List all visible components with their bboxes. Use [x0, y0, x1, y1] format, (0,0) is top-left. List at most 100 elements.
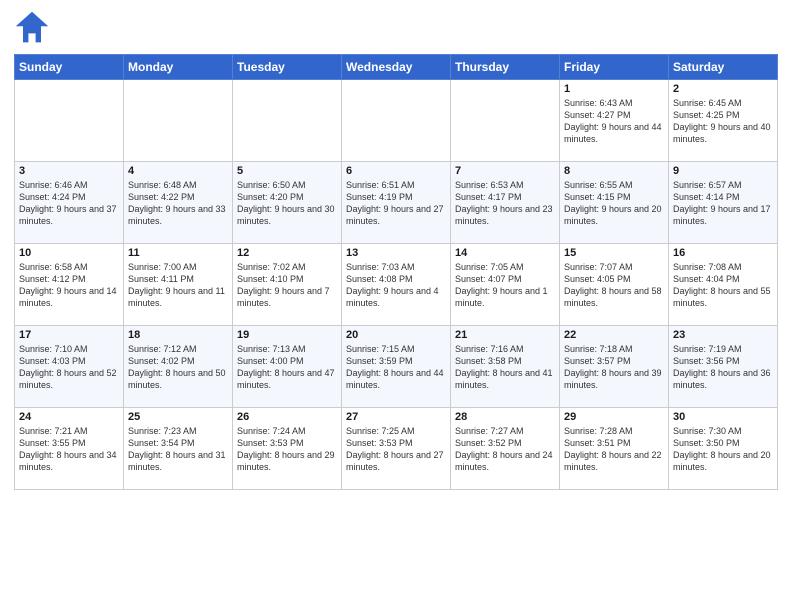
- day-number: 5: [237, 165, 337, 177]
- calendar-cell: 10Sunrise: 6:58 AM Sunset: 4:12 PM Dayli…: [15, 244, 124, 326]
- day-info: Sunrise: 6:53 AM Sunset: 4:17 PM Dayligh…: [455, 179, 555, 228]
- calendar-cell: [15, 80, 124, 162]
- calendar-cell: 15 Sunrise: 7:07 AM Sunset: 4:05 PM Dayli…: [560, 244, 669, 326]
- calendar-cell: 25 Sunrise: 7:23 AM Sunset: 3:54 PM Dayli…: [124, 408, 233, 490]
- calendar-week-1: 1 Sunrise: 6:43 AM Sunset: 4:27 PM Daylig…: [15, 80, 778, 162]
- day-info: Sunrise: 7:03 AM Sunset: 4:08 PM Dayligh…: [346, 261, 446, 310]
- day-number: 12: [237, 247, 337, 259]
- col-header-sunday: Sunday: [15, 55, 124, 80]
- day-info: Sunrise: 6:55 AM Sunset: 4:15 PM Dayligh…: [564, 179, 664, 228]
- calendar-cell: 13 Sunrise: 7:03 AM Sunset: 4:08 PM Dayli…: [342, 244, 451, 326]
- day-number: 15: [564, 247, 664, 259]
- day-info: Sunrise: 7:21 AM Sunset: 3:55 PM Dayligh…: [19, 425, 119, 474]
- calendar-cell: 22 Sunrise: 7:18 AM Sunset: 3:57 PM Dayli…: [560, 326, 669, 408]
- day-info: Sunrise: 6:45 AM Sunset: 4:25 PM Dayligh…: [673, 97, 773, 146]
- day-number: 13: [346, 247, 446, 259]
- day-info: Sunrise: 7:23 AM Sunset: 3:54 PM Dayligh…: [128, 425, 228, 474]
- day-info: Sunrise: 6:46 AM Sunset: 4:24 PM Dayligh…: [19, 179, 119, 228]
- day-info: Sunrise: 6:48 AM Sunset: 4:22 PM Dayligh…: [128, 179, 228, 228]
- day-info: Sunrise: 7:25 AM Sunset: 3:53 PM Dayligh…: [346, 425, 446, 474]
- day-number: 19: [237, 329, 337, 341]
- day-info: Sunrise: 7:02 AM Sunset: 4:10 PM Dayligh…: [237, 261, 337, 310]
- day-number: 22: [564, 329, 664, 341]
- calendar-cell: 1 Sunrise: 6:43 AM Sunset: 4:27 PM Daylig…: [560, 80, 669, 162]
- day-number: 25: [128, 411, 228, 423]
- day-number: 20: [346, 329, 446, 341]
- day-number: 17: [19, 329, 119, 341]
- col-header-friday: Friday: [560, 55, 669, 80]
- day-info: Sunrise: 6:50 AM Sunset: 4:20 PM Dayligh…: [237, 179, 337, 228]
- day-number: 1: [564, 83, 664, 95]
- day-info: Sunrise: 7:12 AM Sunset: 4:02 PM Dayligh…: [128, 343, 228, 392]
- day-info: Sunrise: 7:24 AM Sunset: 3:53 PM Dayligh…: [237, 425, 337, 474]
- calendar-cell: 7 Sunrise: 6:53 AM Sunset: 4:17 PM Daylig…: [451, 162, 560, 244]
- page: SundayMondayTuesdayWednesdayThursdayFrid…: [0, 0, 792, 612]
- day-number: 26: [237, 411, 337, 423]
- calendar-cell: 11 Sunrise: 7:00 AM Sunset: 4:11 PM Dayli…: [124, 244, 233, 326]
- calendar-cell: 18 Sunrise: 7:12 AM Sunset: 4:02 PM Dayli…: [124, 326, 233, 408]
- day-number: 21: [455, 329, 555, 341]
- logo: [14, 10, 54, 46]
- day-info: Sunrise: 7:00 AM Sunset: 4:11 PM Dayligh…: [128, 261, 228, 310]
- calendar-cell: [124, 80, 233, 162]
- calendar-header-row: SundayMondayTuesdayWednesdayThursdayFrid…: [15, 55, 778, 80]
- calendar-cell: 17 Sunrise: 7:10 AM Sunset: 4:03 PM Dayli…: [15, 326, 124, 408]
- calendar-cell: 26 Sunrise: 7:24 AM Sunset: 3:53 PM Dayli…: [233, 408, 342, 490]
- day-number: 30: [673, 411, 773, 423]
- day-number: 23: [673, 329, 773, 341]
- day-info: Sunrise: 7:30 AM Sunset: 3:50 PM Dayligh…: [673, 425, 773, 474]
- header: [14, 10, 778, 46]
- calendar-week-2: 3Sunrise: 6:46 AM Sunset: 4:24 PM Daylig…: [15, 162, 778, 244]
- calendar-week-4: 17 Sunrise: 7:10 AM Sunset: 4:03 PM Dayli…: [15, 326, 778, 408]
- day-number: 18: [128, 329, 228, 341]
- calendar-cell: [233, 80, 342, 162]
- day-number: 2: [673, 83, 773, 95]
- col-header-monday: Monday: [124, 55, 233, 80]
- day-info: Sunrise: 6:57 AM Sunset: 4:14 PM Dayligh…: [673, 179, 773, 228]
- day-info: Sunrise: 7:27 AM Sunset: 3:52 PM Dayligh…: [455, 425, 555, 474]
- day-number: 10: [19, 247, 119, 259]
- calendar-cell: 12 Sunrise: 7:02 AM Sunset: 4:10 PM Dayli…: [233, 244, 342, 326]
- day-number: 28: [455, 411, 555, 423]
- calendar-cell: 29Sunrise: 7:28 AM Sunset: 3:51 PM Dayli…: [560, 408, 669, 490]
- day-number: 4: [128, 165, 228, 177]
- day-number: 14: [455, 247, 555, 259]
- day-number: 24: [19, 411, 119, 423]
- calendar-cell: 8Sunrise: 6:55 AM Sunset: 4:15 PM Daylig…: [560, 162, 669, 244]
- day-number: 7: [455, 165, 555, 177]
- calendar-week-5: 24 Sunrise: 7:21 AM Sunset: 3:55 PM Dayli…: [15, 408, 778, 490]
- day-number: 27: [346, 411, 446, 423]
- calendar-cell: 6Sunrise: 6:51 AM Sunset: 4:19 PM Daylig…: [342, 162, 451, 244]
- logo-icon: [14, 10, 50, 46]
- calendar-cell: 16Sunrise: 7:08 AM Sunset: 4:04 PM Dayli…: [669, 244, 778, 326]
- day-info: Sunrise: 7:18 AM Sunset: 3:57 PM Dayligh…: [564, 343, 664, 392]
- day-number: 29: [564, 411, 664, 423]
- calendar-week-3: 10Sunrise: 6:58 AM Sunset: 4:12 PM Dayli…: [15, 244, 778, 326]
- day-number: 16: [673, 247, 773, 259]
- day-info: Sunrise: 6:43 AM Sunset: 4:27 PM Dayligh…: [564, 97, 664, 146]
- calendar-cell: 23 Sunrise: 7:19 AM Sunset: 3:56 PM Dayli…: [669, 326, 778, 408]
- col-header-wednesday: Wednesday: [342, 55, 451, 80]
- calendar-cell: 28 Sunrise: 7:27 AM Sunset: 3:52 PM Dayli…: [451, 408, 560, 490]
- calendar-cell: 20 Sunrise: 7:15 AM Sunset: 3:59 PM Dayli…: [342, 326, 451, 408]
- day-info: Sunrise: 7:15 AM Sunset: 3:59 PM Dayligh…: [346, 343, 446, 392]
- calendar-cell: 21Sunrise: 7:16 AM Sunset: 3:58 PM Dayli…: [451, 326, 560, 408]
- col-header-thursday: Thursday: [451, 55, 560, 80]
- calendar-cell: 4 Sunrise: 6:48 AM Sunset: 4:22 PM Daylig…: [124, 162, 233, 244]
- day-info: Sunrise: 7:07 AM Sunset: 4:05 PM Dayligh…: [564, 261, 664, 310]
- day-number: 11: [128, 247, 228, 259]
- calendar-cell: 2 Sunrise: 6:45 AM Sunset: 4:25 PM Daylig…: [669, 80, 778, 162]
- calendar-cell: 14Sunrise: 7:05 AM Sunset: 4:07 PM Dayli…: [451, 244, 560, 326]
- calendar-cell: 9 Sunrise: 6:57 AM Sunset: 4:14 PM Daylig…: [669, 162, 778, 244]
- calendar-cell: [342, 80, 451, 162]
- day-info: Sunrise: 7:10 AM Sunset: 4:03 PM Dayligh…: [19, 343, 119, 392]
- calendar-cell: [451, 80, 560, 162]
- calendar-table: SundayMondayTuesdayWednesdayThursdayFrid…: [14, 54, 778, 490]
- day-info: Sunrise: 6:51 AM Sunset: 4:19 PM Dayligh…: [346, 179, 446, 228]
- col-header-tuesday: Tuesday: [233, 55, 342, 80]
- calendar-cell: 27 Sunrise: 7:25 AM Sunset: 3:53 PM Dayli…: [342, 408, 451, 490]
- day-number: 9: [673, 165, 773, 177]
- calendar-cell: 3Sunrise: 6:46 AM Sunset: 4:24 PM Daylig…: [15, 162, 124, 244]
- day-info: Sunrise: 7:19 AM Sunset: 3:56 PM Dayligh…: [673, 343, 773, 392]
- calendar-cell: 30 Sunrise: 7:30 AM Sunset: 3:50 PM Dayli…: [669, 408, 778, 490]
